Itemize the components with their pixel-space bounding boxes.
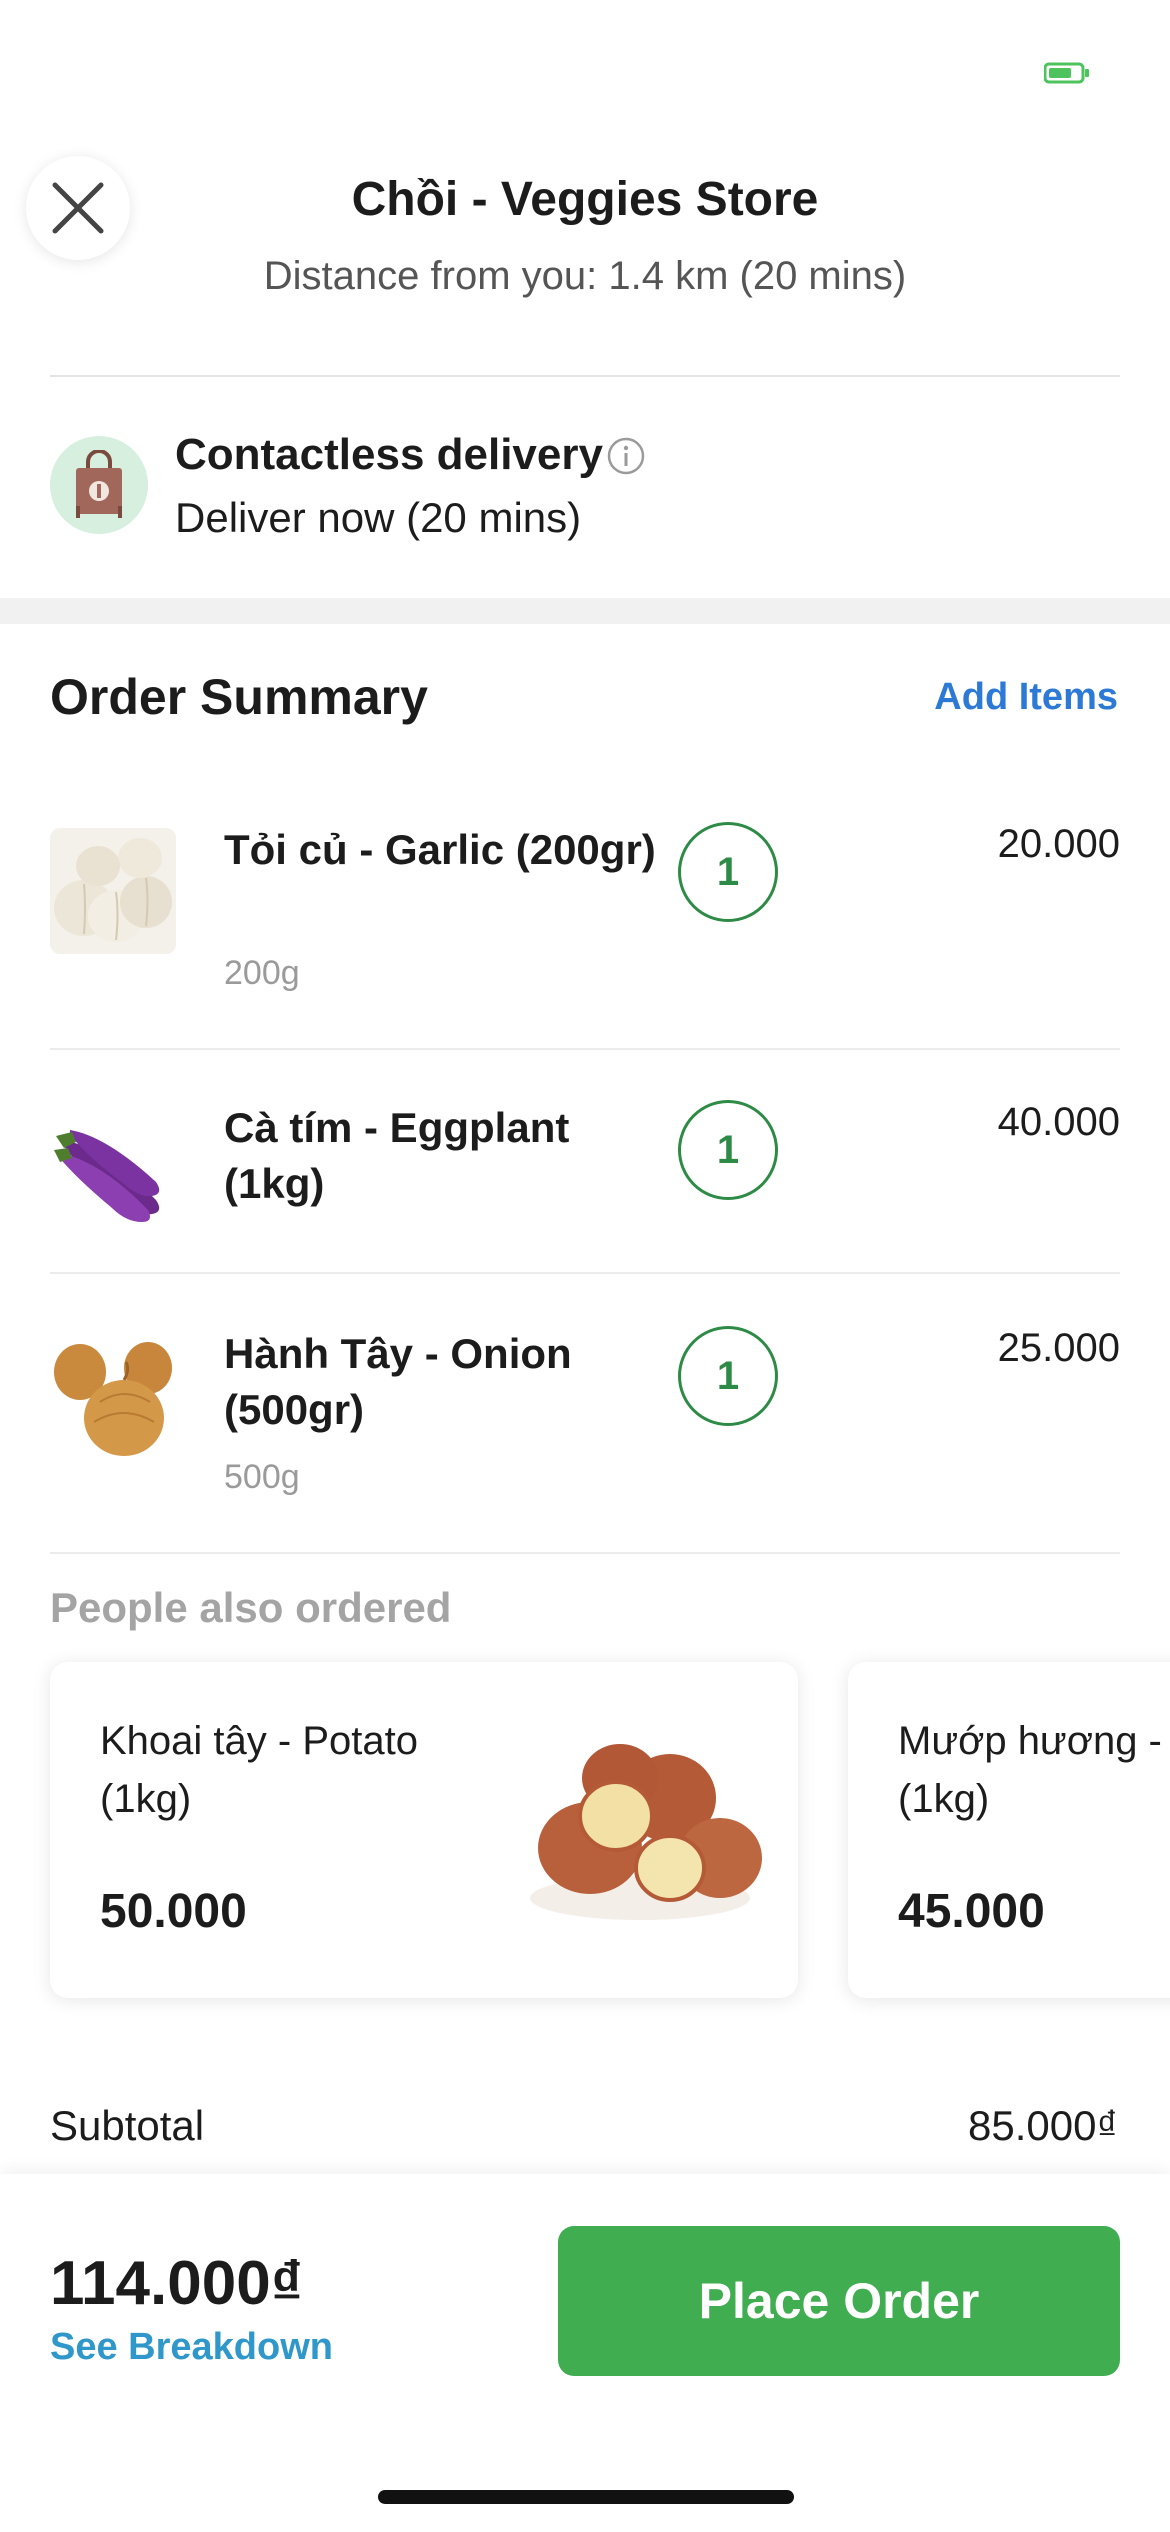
see-breakdown-link[interactable]: See Breakdown: [50, 2326, 333, 2369]
garlic-image: [50, 828, 176, 954]
battery-icon: [1044, 62, 1089, 84]
potato-image: [530, 1744, 762, 1920]
item-name: Cà tím - Eggplant (1kg): [224, 1104, 570, 1207]
item-price: 25.000: [997, 1326, 1120, 1370]
item-divider: [50, 1552, 1120, 1554]
item-variant: 200g: [224, 954, 300, 992]
quantity-button[interactable]: 1: [678, 822, 778, 922]
item-price: 20.000: [997, 822, 1120, 866]
recommendation-name: Khoai tây - Potato (1kg): [100, 1719, 418, 1821]
home-indicator[interactable]: [378, 2490, 794, 2504]
item-divider: [50, 1272, 1120, 1274]
onion-image: [50, 1332, 176, 1458]
add-items-link[interactable]: Add Items: [934, 676, 1118, 719]
item-name: Hành Tây - Onion (500gr): [224, 1330, 572, 1433]
order-total: 114.000₫: [50, 2249, 303, 2318]
subtotal-label: Subtotal: [50, 2102, 205, 2149]
info-icon[interactable]: [606, 436, 646, 476]
subtotal-value: 85.000₫: [967, 2102, 1118, 2149]
place-order-button[interactable]: Place Order: [558, 2226, 1120, 2376]
recommendation-card-potato[interactable]: Khoai tây - Potato (1kg) 50.000: [50, 1662, 798, 1998]
checkout-screen: Chồi - Veggies Store Distance from you: …: [0, 0, 1170, 2532]
checkout-bar: 114.000₫ See Breakdown Place Order: [0, 2174, 1170, 2532]
order-item-garlic[interactable]: Tỏi củ - Garlic (200gr) 200g 1 20.000: [50, 822, 1120, 1042]
header-divider: [50, 375, 1120, 377]
delivery-bag-icon: [50, 436, 148, 534]
status-bar: [0, 0, 1170, 140]
delivery-title: Contactless delivery: [175, 430, 603, 479]
recommendation-price: 45.000: [898, 1885, 1045, 1938]
order-summary-title: Order Summary: [50, 669, 428, 725]
eggplant-image: [50, 1106, 176, 1232]
order-item-eggplant[interactable]: Cà tím - Eggplant (1kg) 1 40.000: [50, 1100, 1120, 1260]
people-also-ordered-title: People also ordered: [50, 1584, 452, 1631]
item-variant: 500g: [224, 1458, 300, 1496]
recommendation-price: 50.000: [100, 1885, 247, 1938]
quantity-button[interactable]: 1: [678, 1326, 778, 1426]
order-item-onion[interactable]: Hành Tây - Onion (500gr) 500g 1 25.000: [50, 1326, 1120, 1546]
recommendation-card-loofah[interactable]: Mướp hương - Loofah (1kg) 45.000: [848, 1662, 1170, 1998]
delivery-time[interactable]: Deliver now (20 mins): [175, 494, 581, 542]
recommendation-name: Mướp hương - Loofah (1kg): [898, 1719, 1170, 1821]
item-price: 40.000: [997, 1100, 1120, 1144]
store-distance: Distance from you: 1.4 km (20 mins): [263, 254, 907, 298]
item-divider: [50, 1048, 1120, 1050]
quantity-button[interactable]: 1: [678, 1100, 778, 1200]
store-name: Chồi - Veggies Store: [351, 173, 819, 226]
section-separator: [0, 598, 1170, 624]
item-name: Tỏi củ - Garlic (200gr): [224, 826, 656, 873]
